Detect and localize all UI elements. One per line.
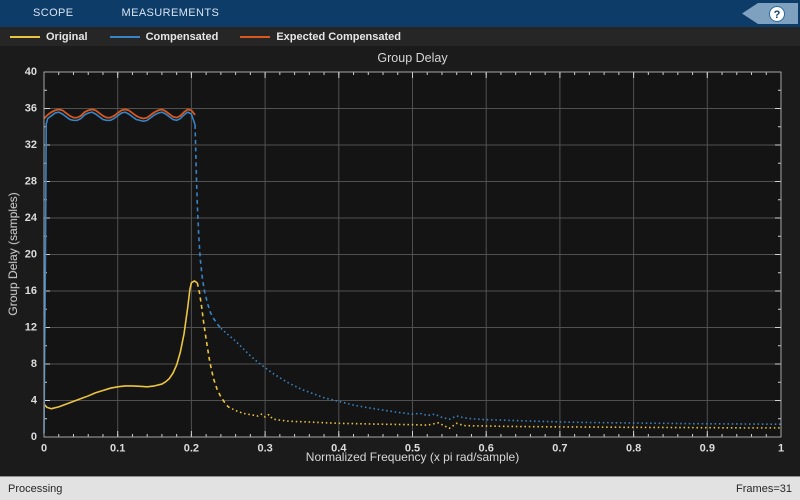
- toolstrip: SCOPE MEASUREMENTS ?: [0, 0, 800, 27]
- scope-window: SCOPE MEASUREMENTS ? Original Compensate…: [0, 0, 800, 500]
- tab-scope[interactable]: SCOPE: [21, 0, 86, 27]
- legend-item-expected-compensated: Expected Compensated: [240, 31, 401, 43]
- legend-item-original: Original: [10, 31, 88, 43]
- help-button[interactable]: ?: [742, 3, 798, 24]
- legend-label: Expected Compensated: [276, 30, 402, 43]
- question-icon: ?: [769, 5, 785, 22]
- y-axis-label: Group Delay (samples): [6, 192, 20, 316]
- original-line-swatch: [10, 35, 40, 38]
- tab-measurements[interactable]: MEASUREMENTS: [110, 0, 232, 27]
- status-message: Processing: [8, 482, 63, 495]
- legend-label: Original: [46, 30, 88, 43]
- frames-counter: Frames=31: [736, 482, 792, 495]
- chart-title: Group Delay: [377, 51, 448, 65]
- group-delay-chart[interactable]: [0, 46, 800, 476]
- compensated-line-swatch: [109, 35, 140, 38]
- legend-item-compensated: Compensated: [109, 30, 219, 43]
- x-axis-label: Normalized Frequency (x pi rad/sample): [305, 450, 520, 464]
- legend: Original Compensated Expected Compensate…: [0, 27, 800, 46]
- expected-compensated-line-swatch: [240, 35, 271, 38]
- status-bar: Processing Frames=31: [0, 476, 800, 500]
- plot-region: Group Delay Normalized Frequency (x pi r…: [0, 46, 800, 476]
- legend-label: Compensated: [145, 30, 219, 43]
